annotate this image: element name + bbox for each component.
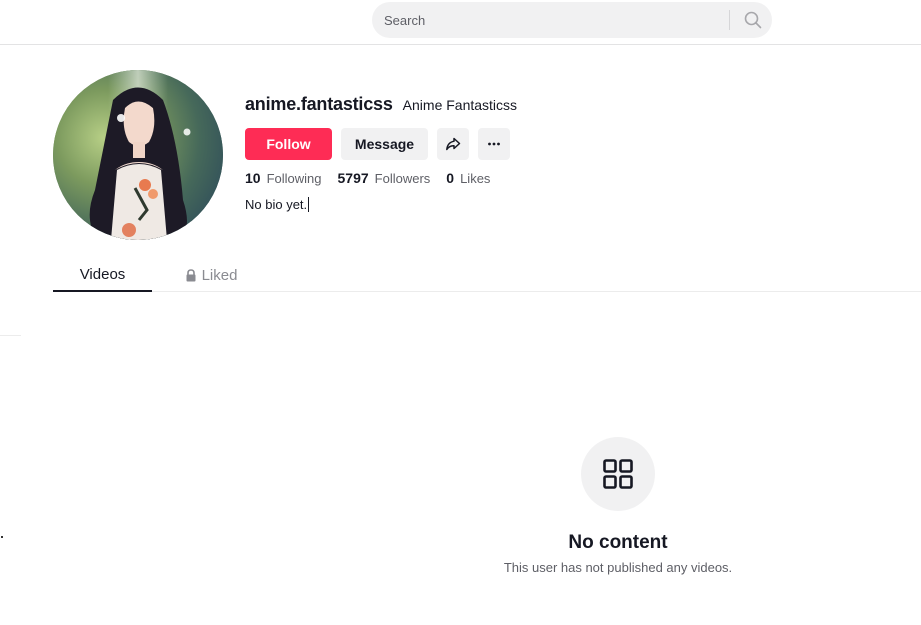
sidebar-divider (0, 335, 21, 336)
stray-mark (1, 536, 3, 538)
search-button[interactable] (734, 2, 772, 38)
profile-info: anime.fantasticss Anime Fantasticss (245, 94, 517, 118)
following-label: Following (266, 171, 322, 186)
nickname: Anime Fantasticss (402, 97, 518, 113)
share-icon (446, 137, 461, 151)
profile-actions: Follow Message (245, 128, 510, 160)
top-bar (0, 0, 921, 45)
bio-text: No bio yet. (245, 197, 308, 212)
empty-state: No content This user has not published a… (488, 437, 748, 575)
search-input[interactable] (384, 2, 724, 38)
profile-tabs: Videos Liked (53, 258, 921, 292)
text-caret (308, 197, 310, 212)
empty-state-icon-wrap (581, 437, 655, 511)
stat-likes: 0 Likes (446, 170, 490, 186)
following-count: 10 (245, 170, 261, 186)
empty-state-description: This user has not published any videos. (503, 560, 733, 575)
grid-icon (603, 459, 633, 489)
message-button[interactable]: Message (341, 128, 428, 160)
follow-button[interactable]: Follow (245, 128, 332, 160)
likes-count: 0 (446, 170, 455, 186)
avatar[interactable] (53, 70, 223, 240)
name-row: anime.fantasticss Anime Fantasticss (245, 94, 517, 118)
more-button[interactable] (478, 128, 510, 160)
profile-stats: 10 Following 5797 Followers 0 Likes (245, 170, 506, 186)
followers-label: Followers (374, 171, 431, 186)
bio: No bio yet. (245, 197, 310, 212)
more-icon (488, 142, 500, 146)
tab-liked[interactable]: Liked (171, 258, 251, 292)
stat-followers[interactable]: 5797 Followers (338, 170, 431, 186)
search-divider (729, 10, 730, 30)
tab-videos[interactable]: Videos (53, 258, 152, 292)
stat-following[interactable]: 10 Following (245, 170, 322, 186)
anime-girl-avatar-image (53, 70, 223, 240)
lock-icon (185, 268, 197, 282)
username: anime.fantasticss (245, 94, 393, 114)
followers-count: 5797 (337, 170, 369, 186)
tab-liked-label: Liked (201, 266, 238, 284)
empty-state-title: No content (568, 532, 668, 553)
tab-videos-label: Videos (79, 265, 126, 283)
likes-label: Likes (460, 171, 491, 186)
search-bar (372, 2, 772, 38)
search-icon (744, 11, 762, 29)
share-button[interactable] (437, 128, 469, 160)
